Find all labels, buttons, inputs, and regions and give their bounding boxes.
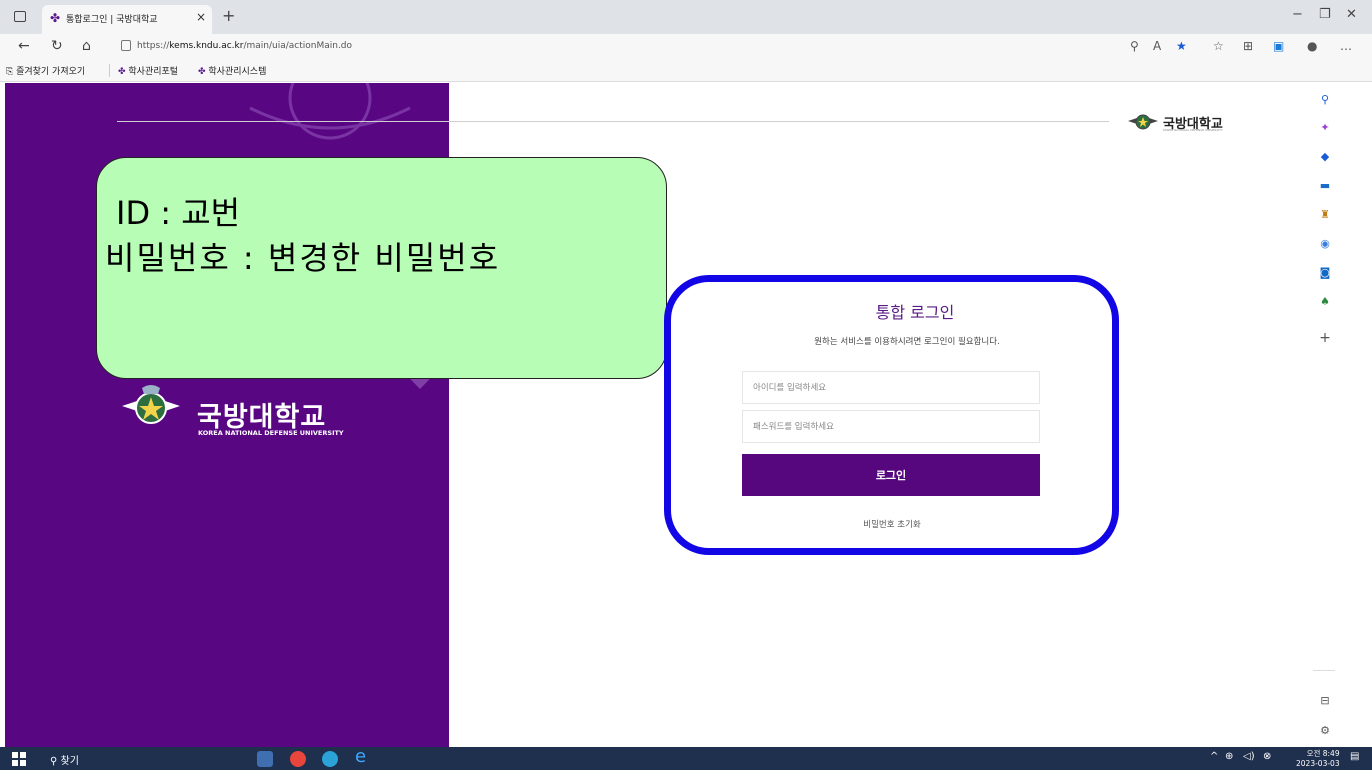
bookmark-portal[interactable]: ✤ 학사관리포털 xyxy=(118,64,178,77)
import-favorites-link[interactable]: ⎘ 즐겨찾기 가져오기 xyxy=(6,64,85,77)
close-window-icon[interactable]: ✕ xyxy=(1346,7,1357,22)
shopping-tag-icon[interactable]: ◆ xyxy=(1318,150,1332,164)
emblem-watermark-icon xyxy=(249,83,411,140)
sparkle-icon[interactable]: ✦ xyxy=(1318,121,1332,135)
minimize-icon[interactable]: − xyxy=(1292,7,1303,22)
extension-icon[interactable]: ▣ xyxy=(1273,39,1284,53)
games-icon[interactable]: ♜ xyxy=(1318,208,1332,222)
university-emblem-icon xyxy=(122,385,180,424)
mic-icon[interactable]: ⊗ xyxy=(1263,751,1271,762)
microsoft-365-icon[interactable]: ◉ xyxy=(1318,237,1332,251)
profile-icon[interactable]: ● xyxy=(1307,39,1317,53)
read-aloud-icon[interactable]: A xyxy=(1153,39,1161,53)
chrome-icon[interactable] xyxy=(290,751,306,767)
add-sidebar-app-icon[interactable]: + xyxy=(1318,331,1332,345)
hide-sidebar-icon[interactable]: ⊟ xyxy=(1318,694,1332,708)
edge-icon[interactable] xyxy=(322,751,338,767)
password-input[interactable] xyxy=(742,410,1040,443)
drop-icon[interactable]: ♠ xyxy=(1318,295,1332,309)
volume-icon[interactable]: ◁) xyxy=(1243,751,1255,762)
file-explorer-icon[interactable] xyxy=(257,751,273,767)
url-field[interactable]: https://kems.kndu.ac.kr/main/uia/actionM… xyxy=(137,41,352,51)
notifications-icon[interactable]: ▤ xyxy=(1350,751,1359,762)
header-university-english: KOREA NATIONAL DEFENSE UNIVERSITY xyxy=(1163,128,1223,132)
id-input[interactable] xyxy=(742,371,1040,404)
sidebar-divider xyxy=(1313,670,1335,671)
bookmark-system[interactable]: ✤ 학사관리시스템 xyxy=(198,64,266,77)
university-english-name: KOREA NATIONAL DEFENSE UNIVERSITY xyxy=(198,429,344,437)
windows-taskbar xyxy=(0,747,1372,770)
windows-start-icon[interactable] xyxy=(12,752,26,766)
tab-bar: ✤ 통합로그인 | 국방대학교 × + − ❐ ✕ xyxy=(0,0,1372,34)
internet-explorer-icon[interactable]: e xyxy=(355,746,366,767)
tab-actions-icon[interactable] xyxy=(14,11,26,22)
login-button[interactable]: 로그인 xyxy=(742,454,1040,496)
search-icon[interactable]: ⚲ xyxy=(1318,93,1332,107)
favicon-icon: ✤ xyxy=(198,67,209,77)
network-icon[interactable]: ⊕ xyxy=(1225,751,1233,762)
tab-title: 통합로그인 | 국방대학교 xyxy=(66,15,158,25)
collections-icon[interactable]: ⊞ xyxy=(1243,39,1253,53)
key-icon[interactable]: ⚲ xyxy=(1130,39,1139,53)
favicon-icon: ✤ xyxy=(49,11,61,25)
clock-time: 오전 8:49 xyxy=(1306,749,1340,758)
browser-tab[interactable]: ✤ 통합로그인 | 국방대학교 × xyxy=(42,5,212,34)
taskbar-clock[interactable]: 오전 8:49 2023-03-03 xyxy=(1296,749,1340,769)
login-title: 통합 로그인 xyxy=(875,303,955,322)
callout-password-text: 비밀번호 : 변경한 비밀번호 xyxy=(105,239,501,277)
favorites-icon[interactable]: ☆ xyxy=(1213,39,1224,53)
new-tab-button[interactable]: + xyxy=(222,6,235,25)
search-icon: ⚲ xyxy=(50,756,61,767)
favicon-icon: ✤ xyxy=(118,67,129,77)
taskbar-search[interactable]: ⚲ 찾기 xyxy=(50,752,79,767)
university-emblem-small-icon xyxy=(1128,114,1158,130)
password-reset-link[interactable]: 비밀번호 초기화 xyxy=(842,518,942,530)
header-divider xyxy=(117,121,1109,122)
tab-close-icon[interactable]: × xyxy=(196,10,206,24)
refresh-icon[interactable]: ↻ xyxy=(51,38,63,54)
back-icon[interactable]: ← xyxy=(18,38,30,54)
tools-icon[interactable]: ▬ xyxy=(1318,179,1332,193)
bookmark-separator xyxy=(109,64,110,77)
page-info-icon[interactable] xyxy=(121,40,131,51)
home-icon[interactable]: ⌂ xyxy=(82,38,91,54)
restore-icon[interactable]: ❐ xyxy=(1319,7,1331,22)
bookmarks-bar: ⎘ 즐겨찾기 가져오기 ✤ 학사관리포털 ✤ 학사관리시스템 xyxy=(0,60,1372,82)
favorite-star-icon[interactable]: ★ xyxy=(1176,39,1187,53)
login-description: 원하는 서비스를 이용하시려면 로그인이 필요합니다. xyxy=(814,337,1000,347)
outlook-icon[interactable]: ◙ xyxy=(1318,266,1332,280)
credentials-callout: ID : 교번 비밀번호 : 변경한 비밀번호 xyxy=(96,157,667,379)
import-icon: ⎘ xyxy=(6,67,17,77)
callout-id-text: ID : 교번 xyxy=(116,194,241,232)
tray-expand-icon[interactable]: ^ xyxy=(1210,751,1218,762)
sidebar-settings-icon[interactable]: ⚙ xyxy=(1318,724,1332,738)
clock-date: 2023-03-03 xyxy=(1296,759,1340,768)
address-bar: ← ↻ ⌂ https://kems.kndu.ac.kr/main/uia/a… xyxy=(0,34,1372,60)
more-icon[interactable]: … xyxy=(1340,39,1352,53)
